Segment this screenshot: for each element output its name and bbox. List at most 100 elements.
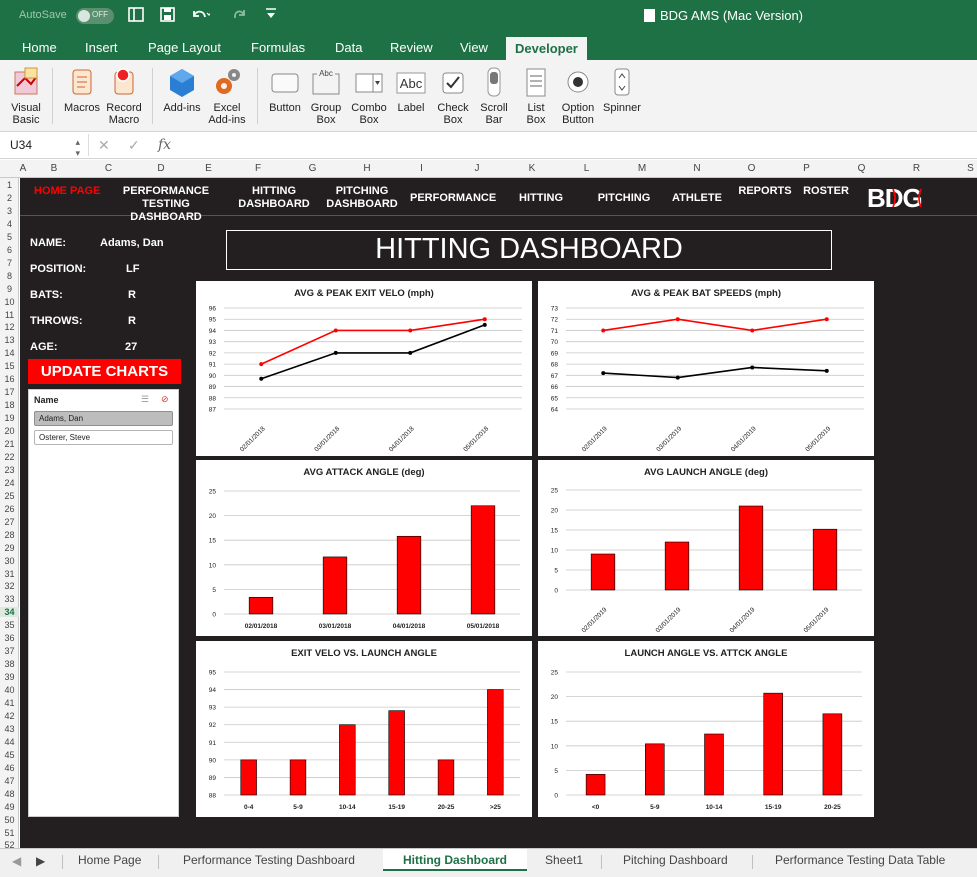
nav-performance-testing-dashboard[interactable]: PERFORMANCE TESTING DASHBOARD xyxy=(106,185,226,224)
row-header-38[interactable]: 38 xyxy=(0,659,19,669)
row-header-13[interactable]: 13 xyxy=(0,335,19,345)
combo-box-control[interactable]: Combo Box xyxy=(349,66,389,126)
row-header-5[interactable]: 5 xyxy=(0,232,19,242)
tab-data[interactable]: Data xyxy=(335,40,362,55)
nav-reports[interactable]: REPORTS xyxy=(736,185,794,198)
row-header-19[interactable]: 19 xyxy=(0,413,19,423)
clear-filter-icon[interactable]: ⊘ xyxy=(161,394,169,405)
row-header-22[interactable]: 22 xyxy=(0,452,19,462)
nav-performance[interactable]: PERFORMANCE xyxy=(410,192,496,205)
row-header-33[interactable]: 33 xyxy=(0,594,19,604)
row-header-4[interactable]: 4 xyxy=(0,219,19,229)
row-header-21[interactable]: 21 xyxy=(0,439,19,449)
name-box[interactable]: U34 ▴ ▾ xyxy=(4,136,84,158)
row-header-34[interactable]: 34 xyxy=(0,607,19,618)
nav-hitting[interactable]: HITTING xyxy=(512,192,570,205)
row-header-24[interactable]: 24 xyxy=(0,478,19,488)
column-header-l[interactable]: L xyxy=(559,163,614,174)
column-header-a[interactable]: A xyxy=(19,163,27,174)
name-box-stepper-icon[interactable]: ▴ ▾ xyxy=(75,137,80,159)
sheet-tab-sheet1[interactable]: Sheet1 xyxy=(545,853,583,867)
column-header-q[interactable]: Q xyxy=(834,163,889,174)
row-header-29[interactable]: 29 xyxy=(0,543,19,553)
row-header-10[interactable]: 10 xyxy=(0,297,19,307)
visual-basic-button[interactable]: Visual Basic xyxy=(6,66,46,126)
tab-formulas[interactable]: Formulas xyxy=(251,40,305,55)
row-header-26[interactable]: 26 xyxy=(0,504,19,514)
nav-hitting-dashboard[interactable]: HITTING DASHBOARD xyxy=(234,185,314,211)
nav-pitching[interactable]: PITCHING xyxy=(592,192,656,205)
row-header-46[interactable]: 46 xyxy=(0,763,19,773)
row-header-16[interactable]: 16 xyxy=(0,374,19,384)
row-header-32[interactable]: 32 xyxy=(0,581,19,591)
button-control[interactable]: Button xyxy=(266,66,304,114)
nav-roster[interactable]: ROSTER xyxy=(798,185,854,198)
column-header-k[interactable]: K xyxy=(505,163,559,174)
row-header-2[interactable]: 2 xyxy=(0,193,19,203)
row-header-51[interactable]: 51 xyxy=(0,828,19,838)
fx-icon[interactable]: fx xyxy=(158,137,171,153)
row-header-43[interactable]: 43 xyxy=(0,724,19,734)
row-header-48[interactable]: 48 xyxy=(0,789,19,799)
option-button-control[interactable]: Option Button xyxy=(556,66,600,126)
column-header-h[interactable]: H xyxy=(340,163,394,174)
spinner-control[interactable]: Spinner xyxy=(600,66,644,114)
formula-input[interactable] xyxy=(182,134,977,156)
column-header-d[interactable]: D xyxy=(136,163,186,174)
row-header-31[interactable]: 31 xyxy=(0,569,19,579)
row-header-6[interactable]: 6 xyxy=(0,245,19,255)
row-header-3[interactable]: 3 xyxy=(0,206,19,216)
column-header-g[interactable]: G xyxy=(285,163,340,174)
multi-select-icon[interactable]: ☰ xyxy=(141,394,149,405)
sheet-tab-hitting-dashboard[interactable]: Hitting Dashboard xyxy=(383,849,527,871)
nav-home-page[interactable]: HOME PAGE xyxy=(34,185,100,198)
tab-review[interactable]: Review xyxy=(390,40,433,55)
row-header-20[interactable]: 20 xyxy=(0,426,19,436)
row-header-36[interactable]: 36 xyxy=(0,633,19,643)
list-box-control[interactable]: List Box xyxy=(516,66,556,126)
column-header-i[interactable]: I xyxy=(394,163,449,174)
column-header-e[interactable]: E xyxy=(186,163,231,174)
row-header-47[interactable]: 47 xyxy=(0,776,19,786)
column-header-o[interactable]: O xyxy=(724,163,779,174)
nav-athlete[interactable]: ATHLETE xyxy=(668,192,726,205)
row-header-35[interactable]: 35 xyxy=(0,620,19,630)
row-header-28[interactable]: 28 xyxy=(0,530,19,540)
column-header-b[interactable]: B xyxy=(27,163,81,174)
tab-view[interactable]: View xyxy=(460,40,488,55)
tab-developer[interactable]: Developer xyxy=(506,37,587,60)
row-header-27[interactable]: 27 xyxy=(0,517,19,527)
nav-pitching-dashboard[interactable]: PITCHING DASHBOARD xyxy=(322,185,402,211)
label-control[interactable]: Abc Label xyxy=(392,66,430,114)
column-header-j[interactable]: J xyxy=(449,163,505,174)
tab-insert[interactable]: Insert xyxy=(85,40,118,55)
column-header-c[interactable]: C xyxy=(81,163,136,174)
column-header-n[interactable]: N xyxy=(670,163,724,174)
tab-page-layout[interactable]: Page Layout xyxy=(148,40,221,55)
column-header-p[interactable]: P xyxy=(779,163,834,174)
group-box-control[interactable]: Abc Group Box xyxy=(306,66,346,126)
column-header-r[interactable]: R xyxy=(889,163,944,174)
row-header-39[interactable]: 39 xyxy=(0,672,19,682)
row-header-23[interactable]: 23 xyxy=(0,465,19,475)
column-header-f[interactable]: F xyxy=(231,163,285,174)
row-header-7[interactable]: 7 xyxy=(0,258,19,268)
update-charts-button[interactable]: UPDATE CHARTS xyxy=(28,359,181,384)
row-header-8[interactable]: 8 xyxy=(0,271,19,281)
scroll-tabs-left-icon[interactable]: ◀ xyxy=(12,854,21,868)
row-header-25[interactable]: 25 xyxy=(0,491,19,501)
column-header-s[interactable]: S xyxy=(944,163,977,174)
macros-button[interactable]: Macros xyxy=(62,66,102,114)
record-macro-button[interactable]: Record Macro xyxy=(104,66,144,126)
row-header-15[interactable]: 15 xyxy=(0,361,19,371)
row-header-9[interactable]: 9 xyxy=(0,284,19,294)
row-header-37[interactable]: 37 xyxy=(0,646,19,656)
column-header-m[interactable]: M xyxy=(614,163,670,174)
row-header-50[interactable]: 50 xyxy=(0,815,19,825)
slicer-item-osterer-steve[interactable]: Osterer, Steve xyxy=(34,430,173,445)
row-header-17[interactable]: 17 xyxy=(0,387,19,397)
slicer-item-adams-dan[interactable]: Adams, Dan xyxy=(34,411,173,426)
row-header-11[interactable]: 11 xyxy=(0,310,19,320)
enter-icon[interactable]: ✓ xyxy=(128,137,140,154)
row-header-49[interactable]: 49 xyxy=(0,802,19,812)
